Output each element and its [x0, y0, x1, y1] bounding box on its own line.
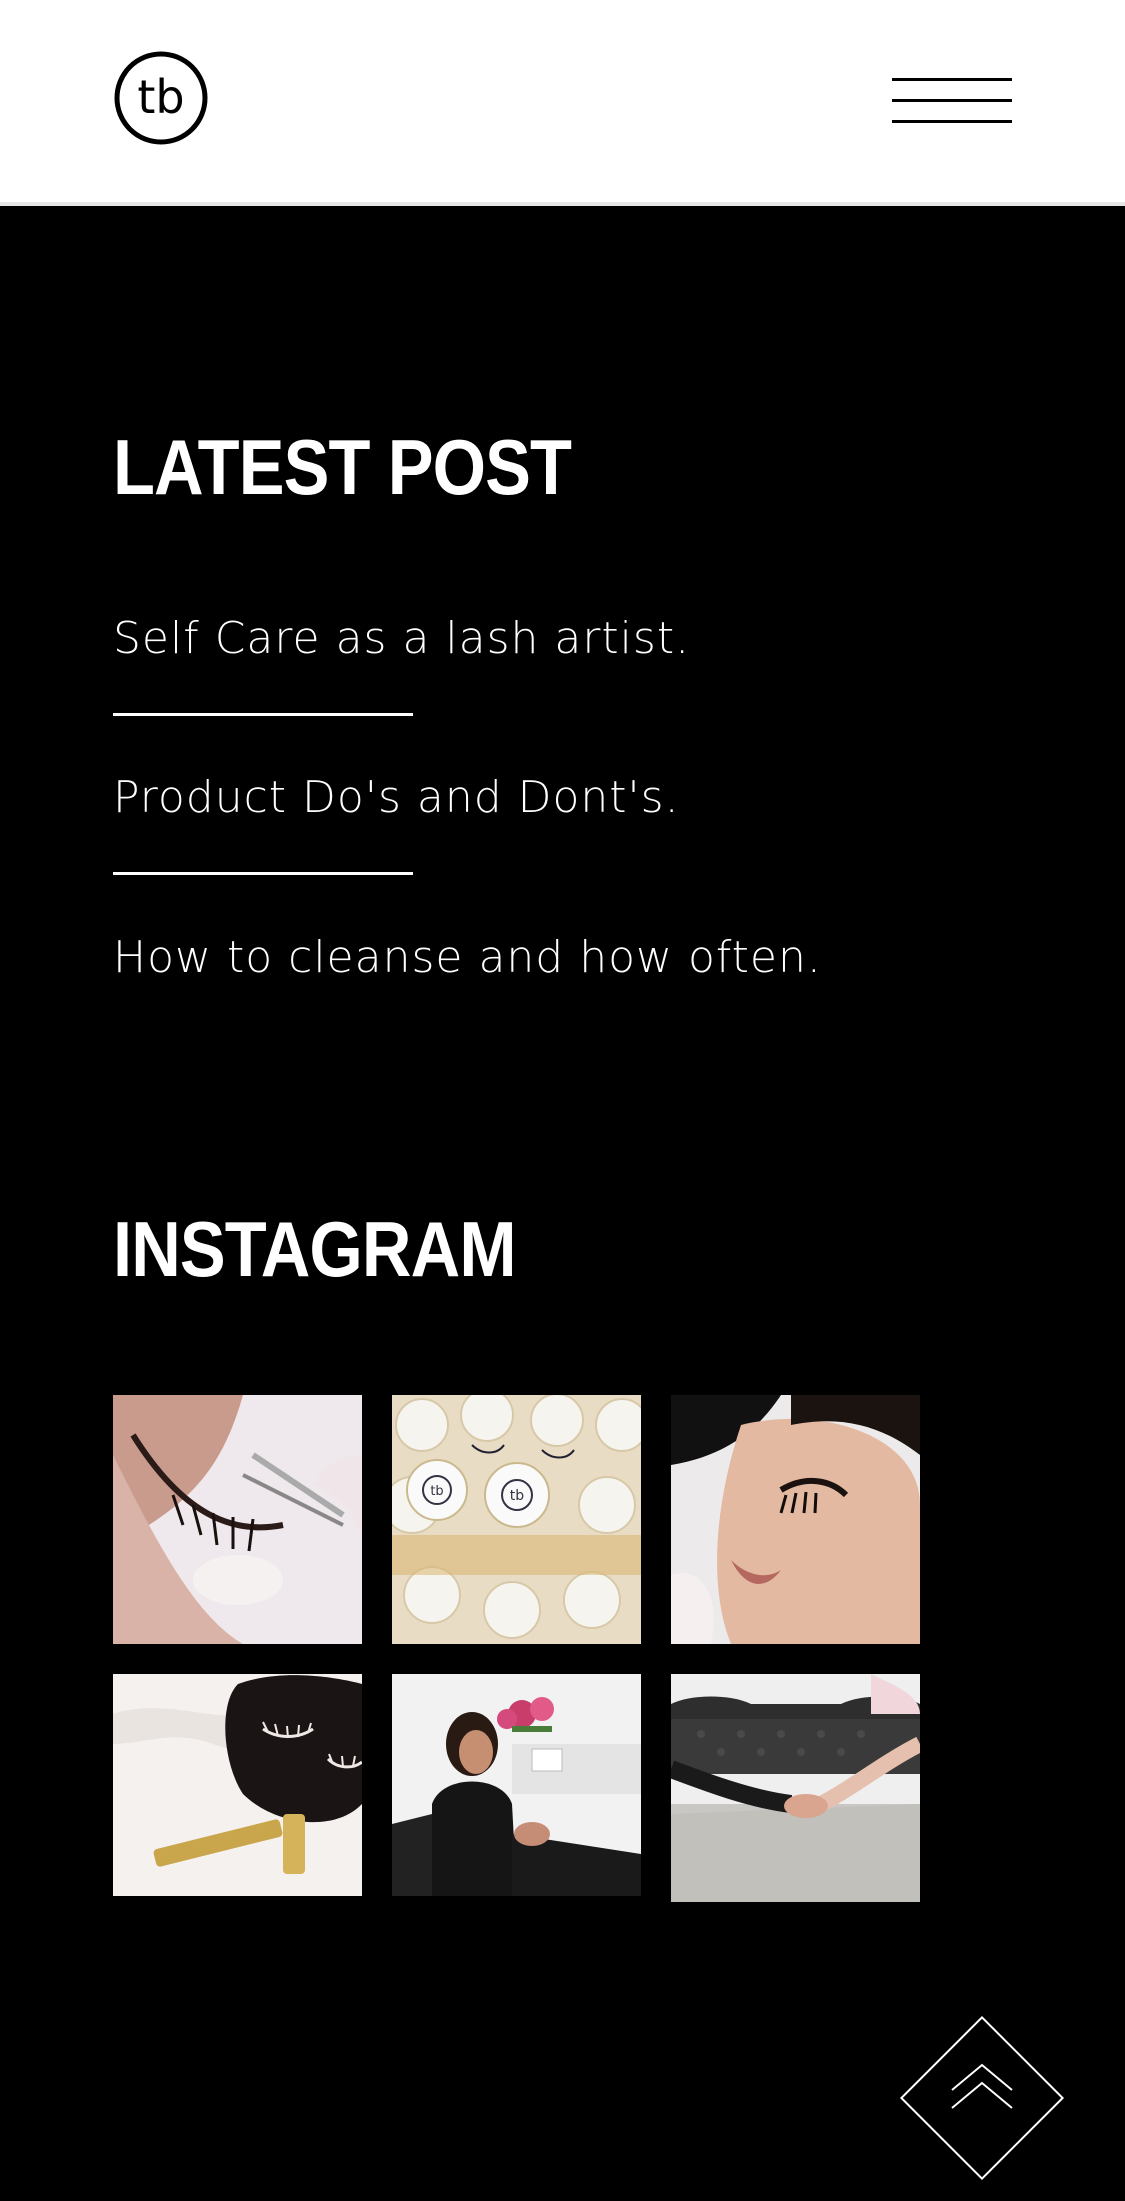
hamburger-menu-button[interactable] — [890, 76, 1016, 126]
cupcake-logo-text: tb — [430, 1484, 443, 1499]
sleep-mask-image — [113, 1674, 362, 1896]
instagram-heading: INSTAGRAM — [113, 1205, 516, 1293]
instagram-post-cupcakes[interactable]: tb tb — [392, 1395, 641, 1644]
instagram-post-handshake[interactable] — [671, 1674, 920, 1902]
scroll-to-top-button[interactable] — [884, 2000, 1080, 2196]
instagram-post-sleep-mask[interactable] — [113, 1674, 362, 1896]
cupcakes-image: tb tb — [392, 1395, 641, 1644]
handshake-image — [671, 1674, 920, 1902]
site-logo[interactable]: tb — [113, 50, 209, 146]
lash-artist-image — [392, 1674, 641, 1896]
post-link-self-care[interactable]: Self Care as a lash artist. — [113, 617, 690, 661]
site-header: tb — [0, 0, 1125, 206]
cupcake-logo-text: tb — [510, 1488, 524, 1504]
post-link-cleanse[interactable]: How to cleanse and how often. — [113, 936, 822, 980]
hamburger-icon-line-bottom — [892, 120, 1012, 123]
hamburger-icon-line-top — [892, 78, 1012, 81]
logo-text: tb — [137, 70, 184, 124]
post-divider — [113, 713, 413, 716]
post-divider — [113, 872, 413, 875]
lash-client-image — [671, 1395, 920, 1644]
chevron-up-icon — [899, 2015, 1065, 2181]
lash-closeup-image — [113, 1395, 362, 1644]
post-link-product-dos[interactable]: Product Do's and Dont's. — [113, 776, 680, 820]
hamburger-icon-line-middle — [892, 99, 1012, 102]
instagram-post-lash-closeup[interactable] — [113, 1395, 362, 1644]
latest-post-heading: LATEST POST — [113, 423, 572, 511]
instagram-post-lash-client[interactable] — [671, 1395, 920, 1644]
instagram-post-lash-artist[interactable] — [392, 1674, 641, 1896]
